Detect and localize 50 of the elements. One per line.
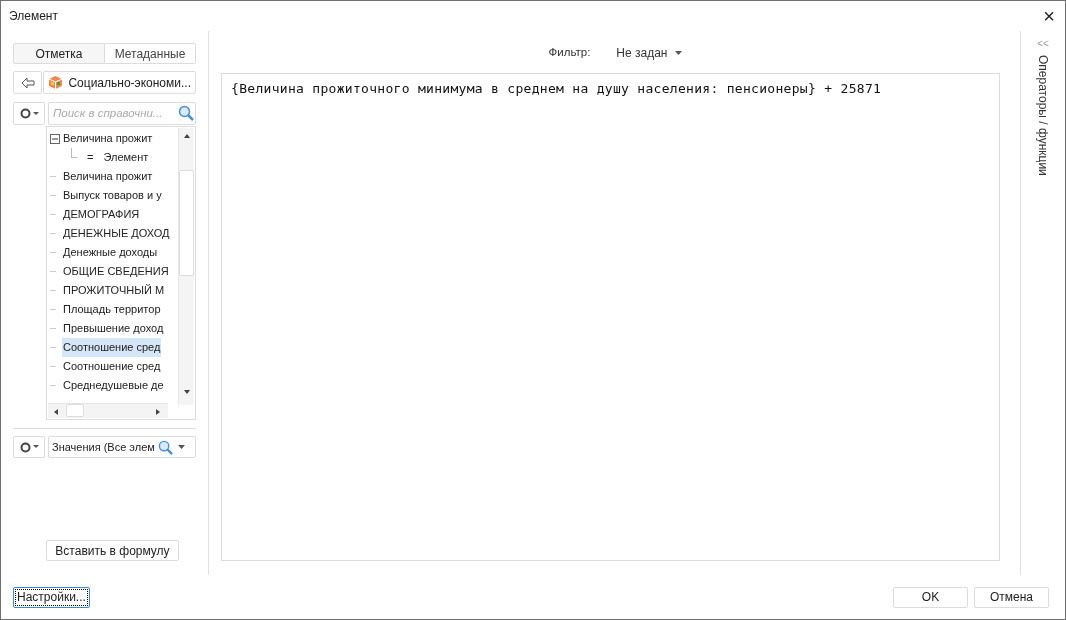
- collapse-icon[interactable]: [50, 133, 60, 144]
- ok-button[interactable]: OK: [893, 586, 968, 608]
- caret-icon: [675, 51, 683, 55]
- scroll-up-icon: [184, 134, 190, 138]
- tree-item[interactable]: Элемент: [102, 148, 150, 167]
- scroll-thumb[interactable]: [66, 404, 84, 417]
- search-field[interactable]: Поиск в справочни...: [48, 102, 196, 125]
- settings-button[interactable]: Настройки...: [13, 586, 90, 608]
- scroll-left-icon: [54, 409, 58, 415]
- tree-item[interactable]: Выпуск товаров и у: [62, 186, 163, 205]
- tab[interactable]: Метаданные: [105, 43, 196, 64]
- tree-item[interactable]: Соотношение сред: [62, 357, 162, 376]
- tree-item[interactable]: Площадь территор: [62, 300, 162, 319]
- options-dropdown[interactable]: [13, 102, 45, 125]
- circle-icon: [19, 441, 31, 453]
- tree-item[interactable]: Денежные доходы: [62, 243, 159, 262]
- caret-icon: [177, 445, 185, 449]
- values-combobox[interactable]: Значения (Все элем: [48, 436, 196, 458]
- scroll-right-icon: [156, 409, 160, 415]
- circle-icon: [19, 108, 31, 119]
- filter-label: Фильтр:: [548, 45, 591, 61]
- source-button[interactable]: Социально-экономи...: [43, 71, 196, 94]
- side-panel-title[interactable]: Операторы / функции: [1034, 55, 1052, 176]
- tree-item[interactable]: ПРОЖИТОЧНЫЙ М: [62, 281, 166, 300]
- tree-item[interactable]: ДЕМОГРАФИЯ: [62, 205, 141, 224]
- caret-icon: [32, 445, 39, 449]
- insert-button[interactable]: Вставить в формулу: [46, 540, 179, 561]
- window-title: Элемент: [9, 8, 58, 25]
- search-icon: [157, 439, 173, 455]
- tree-item[interactable]: ОБЩИЕ СВЕДЕНИЯ: [62, 262, 170, 281]
- scroll-thumb[interactable]: [179, 170, 194, 276]
- back-button[interactable]: [13, 71, 43, 94]
- filter-dropdown[interactable]: Не задан: [616, 44, 683, 62]
- cancel-button[interactable]: Отмена: [974, 586, 1049, 608]
- scroll-down-icon: [184, 390, 190, 394]
- cube-icon: [48, 75, 64, 90]
- tree-item[interactable]: Соотношение сред: [62, 338, 162, 357]
- options-dropdown[interactable]: [13, 436, 45, 458]
- tree-item[interactable]: Величина прожит: [62, 167, 154, 186]
- tree-item[interactable]: Величина прожит: [62, 129, 154, 148]
- tree-item[interactable]: Среднедушевые де: [62, 376, 165, 395]
- search-icon: [178, 105, 194, 121]
- close-button[interactable]: ×: [1043, 6, 1055, 26]
- tree-item[interactable]: Превышение доход: [62, 319, 165, 338]
- equals-sign: =: [87, 150, 94, 165]
- tab[interactable]: Отметка: [13, 43, 105, 64]
- formula-editor[interactable]: {Величина прожиточного минимума в среднем на душу населения: пенсионеры} + 25871: [221, 73, 1000, 561]
- caret-icon: [32, 111, 39, 116]
- left-arrow-icon: [20, 76, 35, 89]
- tree-item[interactable]: ДЕНЕЖНЫЕ ДОХОД: [62, 224, 171, 243]
